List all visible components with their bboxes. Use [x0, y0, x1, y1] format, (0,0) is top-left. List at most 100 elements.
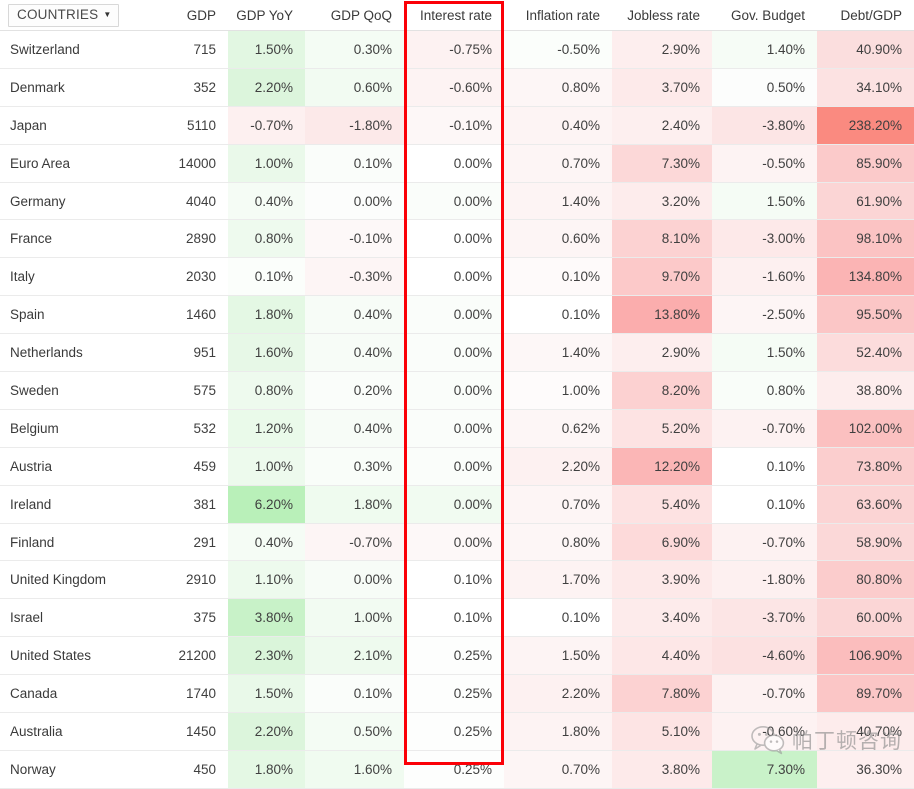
countries-indicators-table: COUNTRIES ▼ GDP GDP YoY GDP QoQ Interest … [0, 0, 914, 789]
cell-gdp: 715 [152, 30, 228, 69]
cell-interest-rate: -0.10% [404, 106, 504, 145]
cell-inflation-rate: 0.80% [504, 68, 612, 107]
cell-jobless-rate: 8.20% [612, 371, 712, 410]
table-row[interactable]: Denmark 352 2.20% 0.60% -0.60% 0.80% 3.70% 0.50… [0, 68, 914, 107]
cell-country[interactable]: Denmark [0, 68, 152, 107]
cell-gdp-yoy: 0.40% [228, 523, 305, 562]
cell-inflation-rate: 1.40% [504, 182, 612, 221]
cell-country[interactable]: France [0, 219, 152, 259]
cell-country[interactable]: Italy [0, 257, 152, 297]
cell-gdp: 1450 [152, 712, 228, 751]
cell-gdp-qoq: 0.40% [305, 333, 404, 373]
cell-jobless-rate: 9.70% [612, 257, 712, 297]
cell-gdp-qoq: 1.60% [305, 750, 404, 789]
header-inflation-rate[interactable]: Inflation rate [504, 0, 612, 31]
cell-gdp: 14000 [152, 144, 228, 183]
table-row[interactable]: Germany 4040 0.40% 0.00% 0.00% 1.40% 3.20% 1.50… [0, 182, 914, 221]
cell-interest-rate: 0.25% [404, 636, 504, 676]
header-gdp[interactable]: GDP [152, 0, 228, 31]
cell-jobless-rate: 8.10% [612, 219, 712, 259]
cell-country[interactable]: Canada [0, 674, 152, 714]
header-gdp-qoq[interactable]: GDP QoQ [305, 0, 404, 31]
table-row[interactable]: United States 21200 2.30% 2.10% 0.25% 1.50% 4.… [0, 636, 914, 676]
cell-gdp-yoy: 1.80% [228, 295, 305, 335]
cell-gdp: 21200 [152, 636, 228, 676]
cell-interest-rate: 0.25% [404, 750, 504, 789]
cell-country[interactable]: Switzerland [0, 30, 152, 69]
cell-gdp-qoq: 0.40% [305, 409, 404, 448]
cell-jobless-rate: 5.40% [612, 485, 712, 524]
table-row[interactable]: Israel 375 3.80% 1.00% 0.10% 0.10% 3.40% -3.70%… [0, 598, 914, 638]
table-row[interactable]: Austria 459 1.00% 0.30% 0.00% 2.20% 12.20% 0.10… [0, 447, 914, 486]
cell-inflation-rate: 1.00% [504, 371, 612, 410]
cell-gdp-yoy: -0.70% [228, 106, 305, 145]
table-body: Switzerland 715 1.50% 0.30% -0.75% -0.50% 2.90… [0, 30, 914, 789]
header-debt-gdp[interactable]: Debt/GDP [817, 0, 914, 31]
cell-country[interactable]: Israel [0, 598, 152, 638]
cell-debt-gdp: 36.30% [817, 750, 914, 789]
cell-country[interactable]: Sweden [0, 371, 152, 410]
cell-gov-budget: 1.50% [712, 333, 817, 373]
cell-jobless-rate: 2.90% [612, 30, 712, 69]
cell-jobless-rate: 7.80% [612, 674, 712, 714]
cell-country[interactable]: Austria [0, 447, 152, 486]
cell-gdp-qoq: 0.20% [305, 371, 404, 410]
cell-country[interactable]: United States [0, 636, 152, 676]
table-row[interactable]: Spain 1460 1.80% 0.40% 0.00% 0.10% 13.80% -2.50… [0, 295, 914, 335]
cell-inflation-rate: 0.70% [504, 750, 612, 789]
table-row[interactable]: Norway 450 1.80% 1.60% 0.25% 0.70% 3.80% 7.30% 3… [0, 750, 914, 789]
table-row[interactable]: Belgium 532 1.20% 0.40% 0.00% 0.62% 5.20% -0.70… [0, 409, 914, 448]
cell-gdp-yoy: 0.40% [228, 182, 305, 221]
cell-gov-budget: -0.60% [712, 712, 817, 751]
cell-gdp: 1460 [152, 295, 228, 335]
cell-gdp: 2910 [152, 560, 228, 600]
header-interest-rate[interactable]: Interest rate [404, 0, 504, 31]
cell-interest-rate: 0.00% [404, 182, 504, 221]
cell-country[interactable]: Spain [0, 295, 152, 335]
cell-country[interactable]: Finland [0, 523, 152, 562]
cell-gdp-qoq: 0.00% [305, 182, 404, 221]
cell-gdp-qoq: 0.00% [305, 560, 404, 600]
cell-country[interactable]: Ireland [0, 485, 152, 524]
cell-gov-budget: 0.10% [712, 447, 817, 486]
cell-country[interactable]: Germany [0, 182, 152, 221]
cell-gdp-yoy: 0.10% [228, 257, 305, 297]
cell-interest-rate: 0.25% [404, 712, 504, 751]
cell-gov-budget: 0.10% [712, 485, 817, 524]
cell-gdp-yoy: 1.80% [228, 750, 305, 789]
cell-country[interactable]: Japan [0, 106, 152, 145]
cell-country[interactable]: Euro Area [0, 144, 152, 183]
cell-country[interactable]: Netherlands [0, 333, 152, 373]
table-row[interactable]: Ireland 381 6.20% 1.80% 0.00% 0.70% 5.40% 0.10%… [0, 485, 914, 524]
table-row[interactable]: Switzerland 715 1.50% 0.30% -0.75% -0.50% 2.90… [0, 30, 914, 69]
table-row[interactable]: Italy 2030 0.10% -0.30% 0.00% 0.10% 9.70% -1.60… [0, 257, 914, 297]
table-row[interactable]: Sweden 575 0.80% 0.20% 0.00% 1.00% 8.20% 0.80% 3… [0, 371, 914, 410]
cell-country[interactable]: United Kingdom [0, 560, 152, 600]
table-row[interactable]: Netherlands 951 1.60% 0.40% 0.00% 1.40% 2.90% 1… [0, 333, 914, 373]
cell-gov-budget: 0.80% [712, 371, 817, 410]
cell-debt-gdp: 80.80% [817, 560, 914, 600]
cell-interest-rate: 0.25% [404, 674, 504, 714]
cell-jobless-rate: 3.70% [612, 68, 712, 107]
countries-dropdown[interactable]: COUNTRIES ▼ [8, 3, 120, 27]
cell-gdp: 1740 [152, 674, 228, 714]
table-row[interactable]: Japan 5110 -0.70% -1.80% -0.10% 0.40% 2.40% -3.… [0, 106, 914, 145]
cell-gov-budget: -1.60% [712, 257, 817, 297]
cell-debt-gdp: 38.80% [817, 371, 914, 410]
table-row[interactable]: Canada 1740 1.50% 0.10% 0.25% 2.20% 7.80% -0.70… [0, 674, 914, 714]
cell-gdp-yoy: 3.80% [228, 598, 305, 638]
header-jobless-rate[interactable]: Jobless rate [612, 0, 712, 31]
table-row[interactable]: Finland 291 0.40% -0.70% 0.00% 0.80% 6.90% -0.7… [0, 523, 914, 562]
cell-country[interactable]: Norway [0, 750, 152, 789]
cell-country[interactable]: Australia [0, 712, 152, 751]
table-row[interactable]: United Kingdom 2910 1.10% 0.00% 0.10% 1.70% 3.… [0, 560, 914, 600]
cell-jobless-rate: 5.20% [612, 409, 712, 448]
table-row[interactable]: France 2890 0.80% -0.10% 0.00% 0.60% 8.10% -3.0… [0, 219, 914, 259]
header-gov-budget[interactable]: Gov. Budget [712, 0, 817, 31]
table-row[interactable]: Euro Area 14000 1.00% 0.10% 0.00% 0.70% 7.30% -… [0, 144, 914, 183]
header-gdp-yoy[interactable]: GDP YoY [228, 0, 305, 31]
cell-gdp-yoy: 1.60% [228, 333, 305, 373]
cell-country[interactable]: Belgium [0, 409, 152, 448]
table-row[interactable]: Australia 1450 2.20% 0.50% 0.25% 1.80% 5.10% -0… [0, 712, 914, 751]
cell-gdp-yoy: 2.20% [228, 712, 305, 751]
